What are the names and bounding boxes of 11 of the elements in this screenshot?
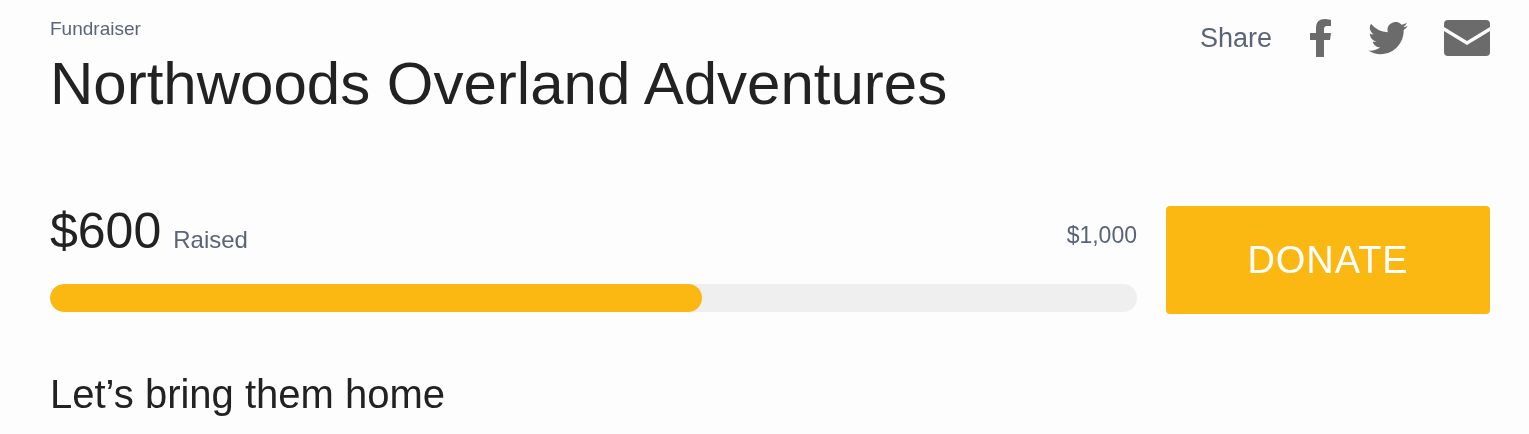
goal-amount: $1,000 (1066, 220, 1137, 250)
twitter-icon[interactable] (1368, 21, 1408, 55)
donate-button[interactable]: DONATE (1166, 206, 1490, 314)
page-title: Northwoods Overland Adventures (50, 49, 948, 119)
story-heading: Let’s bring them home (50, 371, 447, 418)
mail-icon[interactable] (1444, 20, 1490, 57)
raised-amount: $600 (50, 205, 162, 257)
raised-label: Raised (173, 225, 248, 255)
eyebrow-label: Fundraiser (50, 17, 142, 41)
facebook-icon[interactable] (1308, 19, 1332, 58)
share-label: Share (1199, 22, 1272, 55)
